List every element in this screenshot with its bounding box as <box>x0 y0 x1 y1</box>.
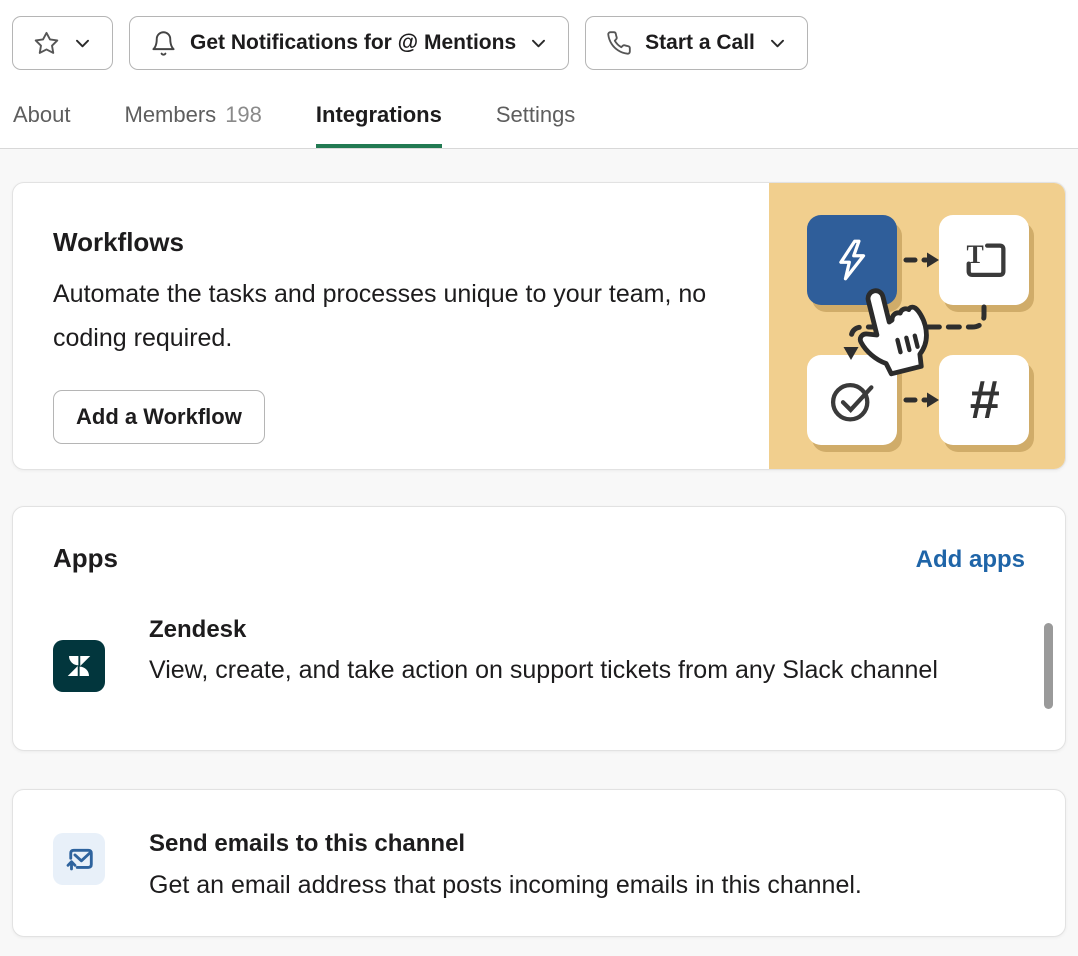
add-apps-link[interactable]: Add apps <box>916 546 1025 574</box>
tab-integrations[interactable]: Integrations <box>316 102 442 148</box>
send-emails-content: Send emails to this channel Get an email… <box>149 830 862 936</box>
toolbar: Get Notifications for @ Mentions Start a… <box>12 16 1066 70</box>
apps-list: Zendesk View, create, and take action on… <box>53 616 1025 714</box>
chevron-down-icon <box>768 34 787 53</box>
app-row-content: Zendesk View, create, and take action on… <box>149 616 938 692</box>
channel-tabs: About Members 198 Integrations Settings <box>12 102 1066 148</box>
workflows-illustration: T # <box>769 183 1065 470</box>
tab-members[interactable]: Members 198 <box>125 102 262 148</box>
incoming-email-icon <box>53 833 105 885</box>
app-description: View, create, and take action on support… <box>149 648 938 692</box>
workflows-description: Automate the tasks and processes unique … <box>53 272 713 360</box>
tab-integrations-label: Integrations <box>316 102 442 127</box>
start-call-button-label: Start a Call <box>645 31 755 55</box>
star-channel-button[interactable] <box>12 16 113 70</box>
members-count: 198 <box>225 102 262 127</box>
integrations-panel: Workflows Automate the tasks and process… <box>0 149 1078 937</box>
star-icon <box>33 30 60 57</box>
zendesk-logo-icon <box>53 640 105 692</box>
tab-about-label: About <box>13 102 71 127</box>
notifications-button[interactable]: Get Notifications for @ Mentions <box>129 16 569 70</box>
apps-card: Apps Add apps Zendesk View, create, and … <box>12 506 1066 751</box>
notifications-button-label: Get Notifications for @ Mentions <box>190 31 516 55</box>
tab-settings-label: Settings <box>496 102 576 127</box>
workflows-title: Workflows <box>53 227 769 258</box>
bell-icon <box>150 30 177 57</box>
workflows-card: Workflows Automate the tasks and process… <box>12 182 1066 470</box>
send-emails-title: Send emails to this channel <box>149 830 862 858</box>
tab-settings[interactable]: Settings <box>496 102 576 148</box>
send-emails-card[interactable]: Send emails to this channel Get an email… <box>12 789 1066 937</box>
add-workflow-button[interactable]: Add a Workflow <box>53 390 265 444</box>
phone-icon <box>606 30 632 56</box>
apps-scrollbar-thumb[interactable] <box>1044 623 1053 709</box>
chevron-down-icon <box>73 34 92 53</box>
send-emails-description: Get an email address that posts incoming… <box>149 865 862 905</box>
channel-details-header: Get Notifications for @ Mentions Start a… <box>0 0 1078 149</box>
app-row-zendesk[interactable]: Zendesk View, create, and take action on… <box>53 616 1025 692</box>
tab-about[interactable]: About <box>13 102 71 148</box>
workflows-card-content: Workflows Automate the tasks and process… <box>13 183 769 469</box>
start-call-button[interactable]: Start a Call <box>585 16 808 70</box>
chevron-down-icon <box>529 34 548 53</box>
apps-header: Apps Add apps <box>53 543 1025 574</box>
apps-title: Apps <box>53 543 118 574</box>
tab-members-label: Members <box>125 102 217 127</box>
app-name: Zendesk <box>149 616 938 644</box>
